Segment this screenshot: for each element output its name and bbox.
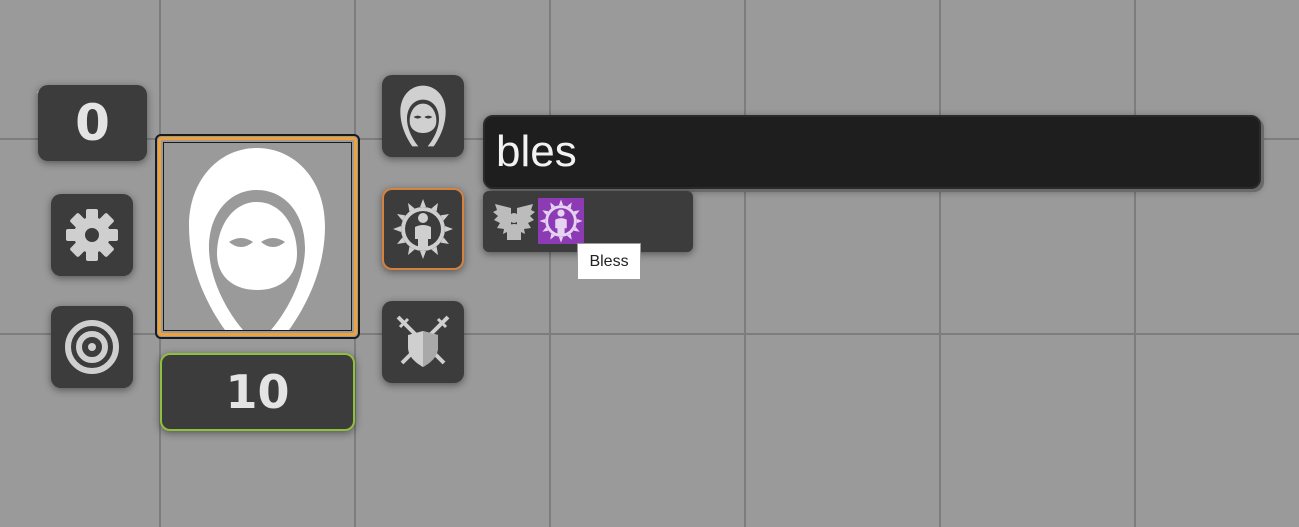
effects-button[interactable] — [382, 188, 464, 270]
radiant-figure-icon — [393, 199, 453, 259]
target-button[interactable] — [51, 306, 133, 388]
character-button[interactable] — [382, 75, 464, 157]
hooded-figure-icon — [189, 148, 325, 330]
elevation-box[interactable]: 0 — [38, 85, 147, 161]
token-portrait[interactable] — [155, 134, 360, 339]
elevation-value: 0 — [75, 94, 110, 152]
combat-button[interactable] — [382, 301, 464, 383]
hit-points-value: 10 — [225, 365, 290, 419]
search-input[interactable] — [496, 127, 1236, 177]
settings-button[interactable] — [51, 194, 133, 276]
hit-points-box[interactable]: 10 — [160, 353, 355, 431]
crossed-swords-shield-icon — [396, 315, 450, 367]
result-winged-figure[interactable] — [491, 198, 537, 244]
search-bar[interactable] — [483, 115, 1261, 189]
winged-figure-icon — [493, 204, 535, 240]
radiant-figure-icon — [539, 199, 583, 243]
result-bless[interactable] — [538, 198, 584, 244]
hooded-figure-icon — [400, 85, 446, 147]
tooltip-text: Bless — [589, 252, 629, 270]
target-icon — [65, 320, 119, 374]
tooltip: Bless — [577, 243, 641, 280]
gear-icon — [66, 209, 118, 261]
